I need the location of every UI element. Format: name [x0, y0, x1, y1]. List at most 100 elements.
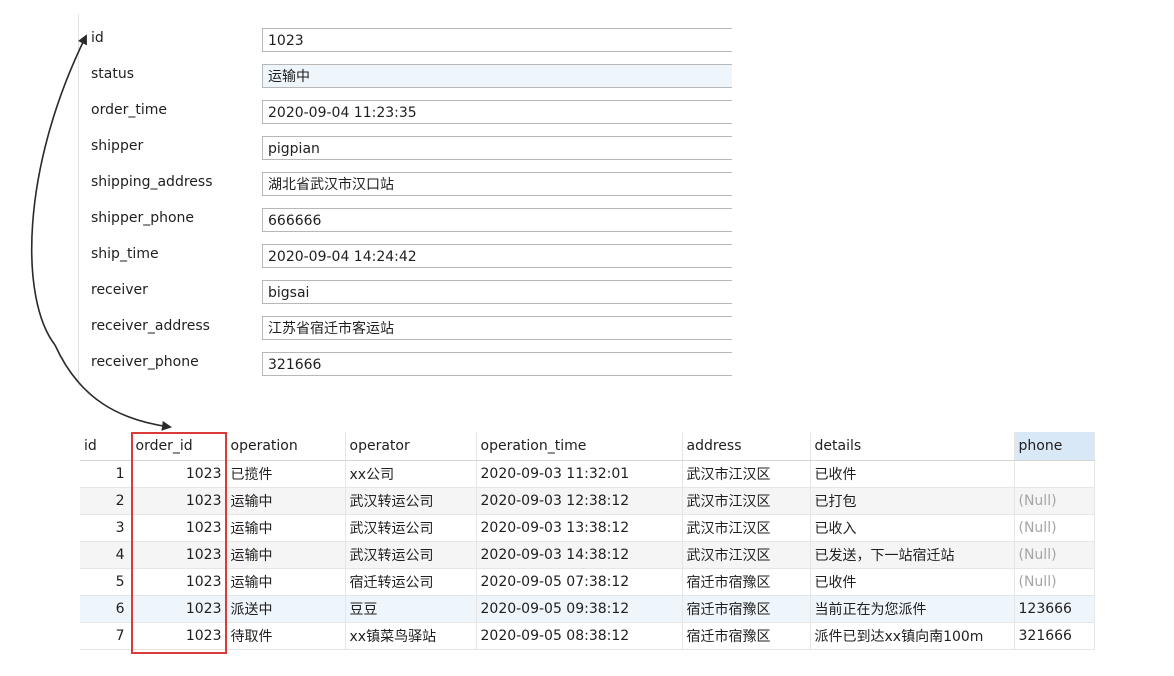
cell-operator[interactable]: 武汉转运公司 — [345, 514, 477, 542]
cell-operator[interactable]: 豆豆 — [345, 595, 477, 623]
cell-order-id[interactable]: 1023 — [131, 487, 227, 515]
cell-order-id[interactable]: 1023 — [131, 622, 227, 650]
record-form-view: id 1023 status 运输中 order_time 2020-09-04 11:2… — [78, 14, 732, 386]
table-row[interactable]: 4 1023 运输中 武汉转运公司 2020-09-03 14:38:12 武汉市江汉区已… — [80, 541, 1095, 569]
form-label-receiver-address: receiver_address — [91, 318, 210, 334]
form-row-shipping-address: shipping_address 湖北省武汉市汉口站 — [79, 172, 732, 198]
cell-order-id[interactable]: 1023 — [131, 514, 227, 542]
cell-id[interactable]: 1 — [80, 460, 132, 488]
cell-details[interactable]: 已收件 — [810, 460, 1015, 488]
cell-id[interactable]: 3 — [80, 514, 132, 542]
cell-phone[interactable]: (Null) — [1014, 568, 1095, 596]
cell-address[interactable]: 武汉市江汉区 — [682, 541, 811, 569]
table-row[interactable]: 1 1023 已揽件 xx公司 2020-09-03 11:32:01 武汉市江汉区 已收件 — [80, 460, 1095, 488]
form-label-order-time: order_time — [91, 102, 167, 118]
cell-address[interactable]: 宿迁市宿豫区 — [682, 568, 811, 596]
cell-operator[interactable]: 宿迁转运公司 — [345, 568, 477, 596]
table-row[interactable]: 5 1023 运输中 宿迁转运公司 2020-09-05 07:38:12 宿迁市宿豫区已… — [80, 568, 1095, 596]
cell-details[interactable]: 已收入 — [810, 514, 1015, 542]
cell-order-id[interactable]: 1023 — [131, 595, 227, 623]
cell-operation[interactable]: 运输中 — [226, 541, 346, 569]
table-row[interactable]: 6 1023 派送中 豆豆 2020-09-05 09:38:12 宿迁市宿豫区 当前正在为… — [80, 595, 1095, 623]
form-field-shipping-address[interactable]: 湖北省武汉市汉口站 — [262, 172, 732, 196]
cell-operation-time[interactable]: 2020-09-03 14:38:12 — [476, 541, 683, 569]
cell-address[interactable]: 宿迁市宿豫区 — [682, 622, 811, 650]
cell-order-id[interactable]: 1023 — [131, 568, 227, 596]
cell-details[interactable]: 已打包 — [810, 487, 1015, 515]
cell-operation-time[interactable]: 2020-09-03 13:38:12 — [476, 514, 683, 542]
table-row[interactable]: 7 1023 待取件 xx镇菜鸟驿站 2020-09-05 08:38:12 宿迁市宿豫区… — [80, 622, 1095, 650]
form-label-ship-time: ship_time — [91, 246, 159, 262]
cell-operation[interactable]: 运输中 — [226, 568, 346, 596]
cell-details[interactable]: 已收件 — [810, 568, 1015, 596]
form-field-receiver-phone[interactable]: 321666 — [262, 352, 732, 376]
cell-operation-time[interactable]: 2020-09-05 09:38:12 — [476, 595, 683, 623]
column-header-operation-time[interactable]: operation_time — [476, 432, 683, 461]
cell-address[interactable]: 武汉市江汉区 — [682, 460, 811, 488]
cell-operator[interactable]: 武汉转运公司 — [345, 541, 477, 569]
cell-phone[interactable]: (Null) — [1014, 541, 1095, 569]
column-header-id[interactable]: id — [80, 432, 132, 461]
cell-address[interactable]: 武汉市江汉区 — [682, 514, 811, 542]
form-row-receiver-address: receiver_address 江苏省宿迁市客运站 — [79, 316, 732, 342]
cell-details[interactable]: 当前正在为您派件 — [810, 595, 1015, 623]
column-header-address[interactable]: address — [682, 432, 811, 461]
cell-phone[interactable]: 321666 — [1014, 622, 1095, 650]
cell-operator[interactable]: 武汉转运公司 — [345, 487, 477, 515]
cell-phone[interactable] — [1014, 460, 1095, 488]
form-field-status[interactable]: 运输中 — [262, 64, 732, 88]
cell-operator[interactable]: xx公司 — [345, 460, 477, 488]
form-field-shipper-phone[interactable]: 666666 — [262, 208, 732, 232]
cell-operator[interactable]: xx镇菜鸟驿站 — [345, 622, 477, 650]
cell-operation-time[interactable]: 2020-09-05 08:38:12 — [476, 622, 683, 650]
grid-header-row: id order_id operation operator operation_tim… — [80, 432, 1095, 461]
form-row-id: id 1023 — [79, 28, 732, 54]
cell-phone[interactable]: (Null) — [1014, 487, 1095, 515]
cell-phone[interactable]: (Null) — [1014, 514, 1095, 542]
cell-id[interactable]: 7 — [80, 622, 132, 650]
form-field-receiver[interactable]: bigsai — [262, 280, 732, 304]
cell-operation[interactable]: 派送中 — [226, 595, 346, 623]
column-header-phone[interactable]: phone — [1014, 432, 1095, 461]
form-row-receiver: receiver bigsai — [79, 280, 732, 306]
cell-id[interactable]: 2 — [80, 487, 132, 515]
form-row-order-time: order_time 2020-09-04 11:23:35 — [79, 100, 732, 126]
form-row-receiver-phone: receiver_phone 321666 — [79, 352, 732, 378]
cell-operation[interactable]: 运输中 — [226, 487, 346, 515]
table-row[interactable]: 2 1023 运输中 武汉转运公司 2020-09-03 12:38:12 武汉市江汉区已… — [80, 487, 1095, 515]
form-field-receiver-address[interactable]: 江苏省宿迁市客运站 — [262, 316, 732, 340]
cell-id[interactable]: 5 — [80, 568, 132, 596]
cell-operation[interactable]: 已揽件 — [226, 460, 346, 488]
form-field-shipper[interactable]: pigpian — [262, 136, 732, 160]
form-row-shipper: shipper pigpian — [79, 136, 732, 162]
form-field-order-time[interactable]: 2020-09-04 11:23:35 — [262, 100, 732, 124]
form-row-shipper-phone: shipper_phone 666666 — [79, 208, 732, 234]
cell-address[interactable]: 武汉市江汉区 — [682, 487, 811, 515]
column-header-details[interactable]: details — [810, 432, 1015, 461]
column-header-operator[interactable]: operator — [345, 432, 477, 461]
form-label-receiver: receiver — [91, 282, 148, 298]
cell-id[interactable]: 4 — [80, 541, 132, 569]
column-header-order-id[interactable]: order_id — [131, 432, 227, 461]
cell-operation-time[interactable]: 2020-09-03 11:32:01 — [476, 460, 683, 488]
order-tracking-grid: id order_id operation operator operation_tim… — [80, 432, 1095, 650]
cell-operation[interactable]: 待取件 — [226, 622, 346, 650]
column-header-operation[interactable]: operation — [226, 432, 346, 461]
cell-order-id[interactable]: 1023 — [131, 541, 227, 569]
cell-address[interactable]: 宿迁市宿豫区 — [682, 595, 811, 623]
form-row-status: status 运输中 — [79, 64, 732, 90]
cell-id[interactable]: 6 — [80, 595, 132, 623]
cell-operation-time[interactable]: 2020-09-05 07:38:12 — [476, 568, 683, 596]
cell-details[interactable]: 已发送，下一站宿迁站 — [810, 541, 1015, 569]
table-row[interactable]: 3 1023 运输中 武汉转运公司 2020-09-03 13:38:12 武汉市江汉区已… — [80, 514, 1095, 542]
cell-details[interactable]: 派件已到达xx镇向南100m — [810, 622, 1015, 650]
cell-operation[interactable]: 运输中 — [226, 514, 346, 542]
form-label-shipper: shipper — [91, 138, 144, 154]
form-label-shipper-phone: shipper_phone — [91, 210, 195, 226]
form-field-id[interactable]: 1023 — [262, 28, 732, 52]
form-field-ship-time[interactable]: 2020-09-04 14:24:42 — [262, 244, 732, 268]
form-row-ship-time: ship_time 2020-09-04 14:24:42 — [79, 244, 732, 270]
cell-order-id[interactable]: 1023 — [131, 460, 227, 488]
cell-operation-time[interactable]: 2020-09-03 12:38:12 — [476, 487, 683, 515]
cell-phone[interactable]: 123666 — [1014, 595, 1095, 623]
